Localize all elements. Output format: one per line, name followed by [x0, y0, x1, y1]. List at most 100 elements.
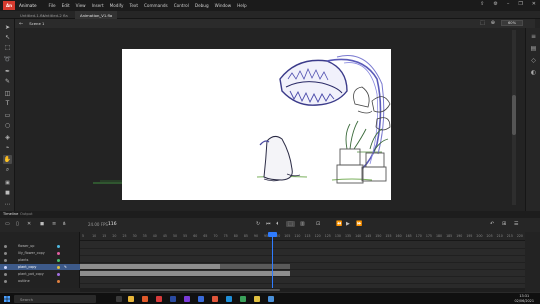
frame-row[interactable]: [80, 278, 525, 284]
first-frame-icon[interactable]: ⏮: [266, 221, 271, 227]
layer-color-swatch[interactable]: [57, 251, 60, 255]
photoshop-icon[interactable]: [170, 296, 176, 302]
playhead-handle[interactable]: [268, 232, 277, 237]
animate-taskbar-icon[interactable]: [184, 296, 190, 302]
fps-display[interactable]: 24.00 FPS: [88, 222, 108, 227]
spotify-icon[interactable]: [240, 296, 246, 302]
horizontal-scroll-thumb[interactable]: [120, 289, 280, 291]
menu-control[interactable]: Control: [174, 3, 189, 8]
stage-canvas[interactable]: [122, 49, 391, 200]
tab-untitled-2[interactable]: Untitled-2 fla: [38, 11, 73, 19]
new-layer-icon[interactable]: ▭: [5, 221, 10, 227]
vertical-scroll-thumb[interactable]: [512, 95, 516, 135]
frame-row[interactable]: [80, 271, 525, 277]
layer-name[interactable]: outline: [18, 279, 30, 283]
selection-tool-icon[interactable]: ➤: [3, 23, 12, 32]
back-arrow-icon[interactable]: ←: [19, 21, 23, 27]
file-explorer-icon[interactable]: [128, 296, 134, 302]
zoom-select[interactable]: 60%: [501, 20, 523, 26]
layer-color-swatch[interactable]: [57, 265, 60, 269]
taskbar-search[interactable]: Search: [14, 295, 96, 303]
layer-name[interactable]: plant_copy: [18, 265, 36, 269]
lasso-icon[interactable]: ➰: [3, 55, 12, 64]
maximize-button[interactable]: ❐: [518, 1, 522, 7]
layer-name[interactable]: lily_flower_copy: [18, 251, 45, 255]
playhead[interactable]: [272, 232, 273, 288]
frame-view-icon[interactable]: ⊞: [502, 221, 506, 227]
rectangle-icon[interactable]: ▭: [3, 111, 12, 120]
acrobat-icon[interactable]: [156, 296, 162, 302]
play-icon[interactable]: ▶: [346, 221, 350, 227]
hand-tool-icon[interactable]: ✋: [3, 155, 12, 164]
new-folder-icon[interactable]: ▯: [16, 221, 19, 227]
subselection-tool-icon[interactable]: ↖: [3, 33, 12, 42]
menu-debug[interactable]: Debug: [195, 3, 209, 8]
properties-icon[interactable]: ≡: [529, 32, 538, 41]
menu-help[interactable]: Help: [237, 3, 247, 8]
menu-edit[interactable]: Edit: [62, 3, 70, 8]
menu-modify[interactable]: Modify: [110, 3, 124, 8]
text-icon[interactable]: T: [3, 99, 12, 108]
library-icon[interactable]: ▤: [529, 44, 538, 53]
eyedropper-icon[interactable]: ⌁: [3, 143, 12, 152]
edit-multiple-frames-icon[interactable]: ⊡: [316, 221, 320, 227]
parenting-icon[interactable]: ⋔: [62, 221, 66, 227]
layer-row[interactable]: plants: [0, 257, 80, 263]
frame-row[interactable]: [80, 257, 525, 263]
scene-label[interactable]: Scene 1: [29, 21, 44, 26]
layer-row[interactable]: flower_up: [0, 243, 80, 249]
frame-row[interactable]: [80, 243, 525, 249]
free-transform-icon[interactable]: ⬚: [3, 43, 12, 52]
brush-icon[interactable]: ✎: [3, 77, 12, 86]
zoom-tool-icon[interactable]: ⌕: [3, 165, 12, 174]
mail-icon[interactable]: [268, 296, 274, 302]
undo-icon[interactable]: ↶: [490, 221, 494, 227]
layer-color-swatch[interactable]: [57, 279, 60, 283]
menu-window[interactable]: Window: [215, 3, 232, 8]
edit-symbol-icon[interactable]: ⬚: [480, 20, 485, 26]
color-icon[interactable]: ◐: [529, 68, 538, 77]
minimize-button[interactable]: –: [507, 1, 510, 7]
more-tools-icon[interactable]: ⋯: [3, 200, 12, 209]
layer-name[interactable]: flower_up: [18, 244, 34, 248]
menu-view[interactable]: View: [76, 3, 86, 8]
prev-frame-icon[interactable]: ⏴: [276, 221, 279, 227]
sticky-notes-icon[interactable]: [254, 296, 260, 302]
tab-output[interactable]: Output: [20, 212, 32, 216]
layer-row[interactable]: lily_flower_copy: [0, 250, 80, 256]
windows-start-icon[interactable]: [4, 296, 10, 302]
menu-insert[interactable]: Insert: [92, 3, 104, 8]
tab-timeline[interactable]: Timeline: [3, 212, 18, 216]
current-frame[interactable]: 116: [108, 222, 117, 227]
camera-icon[interactable]: ◼: [40, 221, 44, 227]
stroke-color-icon[interactable]: ▣: [3, 179, 12, 188]
close-button[interactable]: ✕: [532, 1, 536, 7]
layer-row[interactable]: outline: [0, 278, 80, 284]
timeline-menu-icon[interactable]: ☰: [514, 221, 518, 227]
tab-animation[interactable]: Animation_V1.fla: [75, 11, 118, 19]
layer-name[interactable]: plants: [18, 258, 28, 262]
loop-icon[interactable]: ↻: [256, 221, 260, 227]
menu-text[interactable]: Text: [130, 3, 138, 8]
fill-color-icon[interactable]: ■: [3, 189, 12, 198]
layer-color-swatch[interactable]: [57, 258, 60, 262]
menu-file[interactable]: File: [49, 3, 56, 8]
premiere-icon[interactable]: [198, 296, 204, 302]
frame-row[interactable]: [80, 250, 525, 256]
firefox-icon[interactable]: [142, 296, 148, 302]
delete-layer-icon[interactable]: ✕: [27, 221, 31, 227]
step-forward-icon[interactable]: ⏩: [356, 221, 362, 227]
pen-icon[interactable]: ✒: [3, 67, 12, 76]
illustrator-icon[interactable]: [212, 296, 218, 302]
settings-icon[interactable]: ⚙: [493, 1, 497, 7]
onion-outline-icon[interactable]: ▥: [300, 221, 305, 227]
layer-color-swatch[interactable]: [57, 272, 60, 276]
keyframe-span[interactable]: [220, 264, 290, 269]
layer-name[interactable]: plant_pot_copy: [18, 272, 44, 276]
edge-icon[interactable]: [226, 296, 232, 302]
system-clock[interactable]: 13:31 02/06/2021: [514, 294, 534, 303]
assets-icon[interactable]: ◇: [529, 56, 538, 65]
oval-icon[interactable]: ○: [3, 121, 12, 130]
step-back-icon[interactable]: ⏪: [336, 221, 342, 227]
onion-skin-icon[interactable]: ⬚: [286, 221, 295, 227]
